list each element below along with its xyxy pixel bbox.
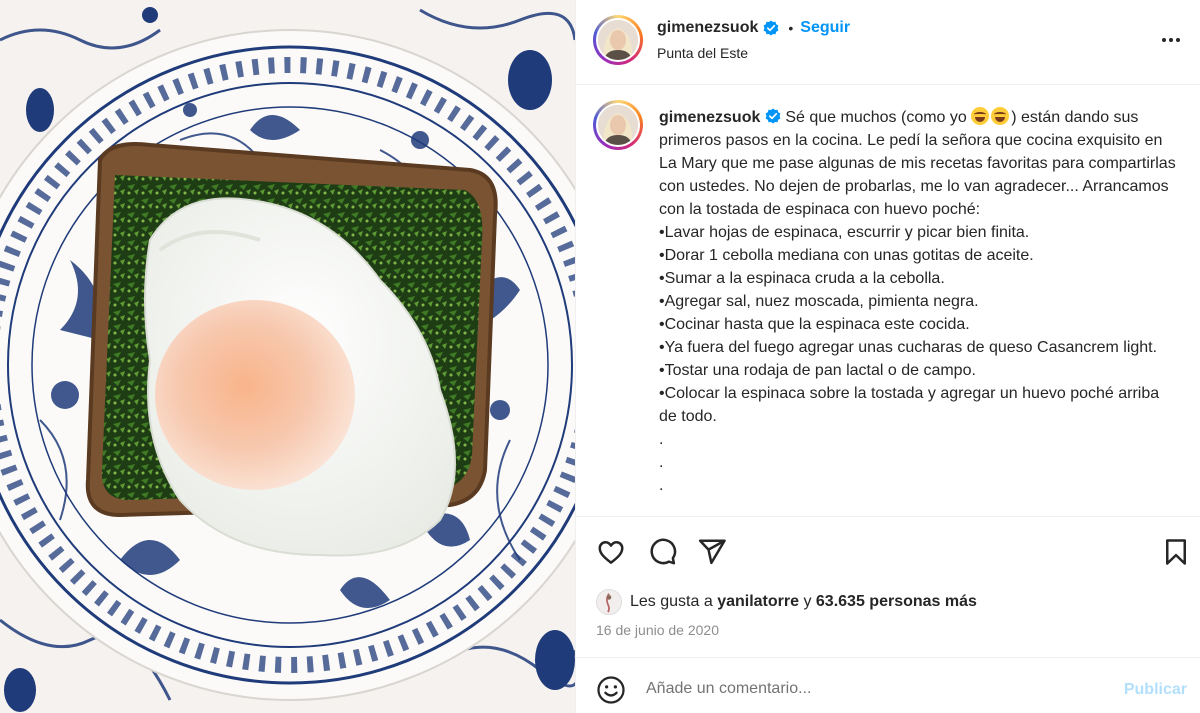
- likes-count-link[interactable]: 63.635 personas más: [816, 593, 977, 611]
- recipe-step: •Sumar a la espinaca cruda a la cebolla.: [659, 270, 945, 287]
- food-photo-illustration: [0, 0, 575, 713]
- post-location[interactable]: Punta del Este: [657, 45, 748, 61]
- add-comment-bar: Publicar: [576, 657, 1200, 713]
- comments-area[interactable]: gimenezsuok Sé que muchos (como yo ) est…: [576, 86, 1200, 516]
- publish-button[interactable]: Publicar: [1124, 681, 1187, 699]
- heart-icon[interactable]: [596, 537, 626, 567]
- laughing-emoji-icon: [991, 107, 1010, 125]
- bookmark-icon[interactable]: [1161, 537, 1191, 567]
- caption-intro-start: Sé que muchos (como yo: [785, 109, 972, 126]
- comment-input[interactable]: [646, 673, 1106, 705]
- header-user-row: gimenezsuok • Seguir: [657, 19, 850, 37]
- laughing-emoji-icon: [971, 107, 990, 125]
- liker-avatar[interactable]: [596, 589, 622, 615]
- caption-dot: .: [659, 431, 664, 448]
- verified-badge-icon: [765, 108, 781, 124]
- verified-badge-icon: [763, 20, 779, 36]
- post-photo[interactable]: [0, 0, 575, 713]
- post-header: gimenezsuok • Seguir Punta del Este: [576, 0, 1200, 85]
- post-actions: [576, 516, 1200, 586]
- recipe-step: •Cocinar hasta que la espinaca este coci…: [659, 316, 970, 333]
- post-date[interactable]: 16 de junio de 2020: [596, 622, 719, 638]
- recipe-step: •Agregar sal, nuez moscada, pimienta neg…: [659, 293, 979, 310]
- post-side-panel: gimenezsuok • Seguir Punta del Este gime…: [575, 0, 1200, 713]
- recipe-step: •Dorar 1 cebolla mediana con unas gotita…: [659, 247, 1034, 264]
- avatar-portrait-icon: [598, 20, 638, 60]
- follow-button[interactable]: Seguir: [800, 19, 850, 37]
- avatar-portrait-icon: [597, 590, 621, 614]
- avatar-portrait-icon: [598, 105, 638, 145]
- comment-icon[interactable]: [647, 537, 677, 567]
- share-icon[interactable]: [697, 537, 727, 567]
- author-avatar[interactable]: [593, 15, 643, 65]
- recipe-step: •Ya fuera del fuego agregar unas cuchara…: [659, 339, 1158, 379]
- likes-conjunction: y: [803, 593, 812, 610]
- more-options-icon[interactable]: [1159, 28, 1183, 52]
- recipe-step: •Lavar hojas de espinaca, escurrir y pic…: [659, 224, 1030, 241]
- author-username[interactable]: gimenezsuok: [657, 19, 758, 37]
- emoji-picker-icon[interactable]: [596, 675, 626, 705]
- caption-dot: .: [659, 454, 664, 471]
- recipe-step: •Colocar la espinaca sobre la tostada y …: [659, 385, 1160, 425]
- post-caption: gimenezsuok Sé que muchos (como yo ) est…: [659, 106, 1179, 497]
- caption-dot: .: [659, 477, 664, 494]
- likes-summary: Les gusta a yanilatorre y 63.635 persona…: [596, 589, 977, 615]
- separator-dot: •: [788, 20, 794, 36]
- caption-username[interactable]: gimenezsuok: [659, 109, 760, 126]
- caption-author-avatar[interactable]: [593, 100, 643, 150]
- likes-prefix: Les gusta a: [630, 593, 713, 610]
- liker-username[interactable]: yanilatorre: [717, 593, 799, 611]
